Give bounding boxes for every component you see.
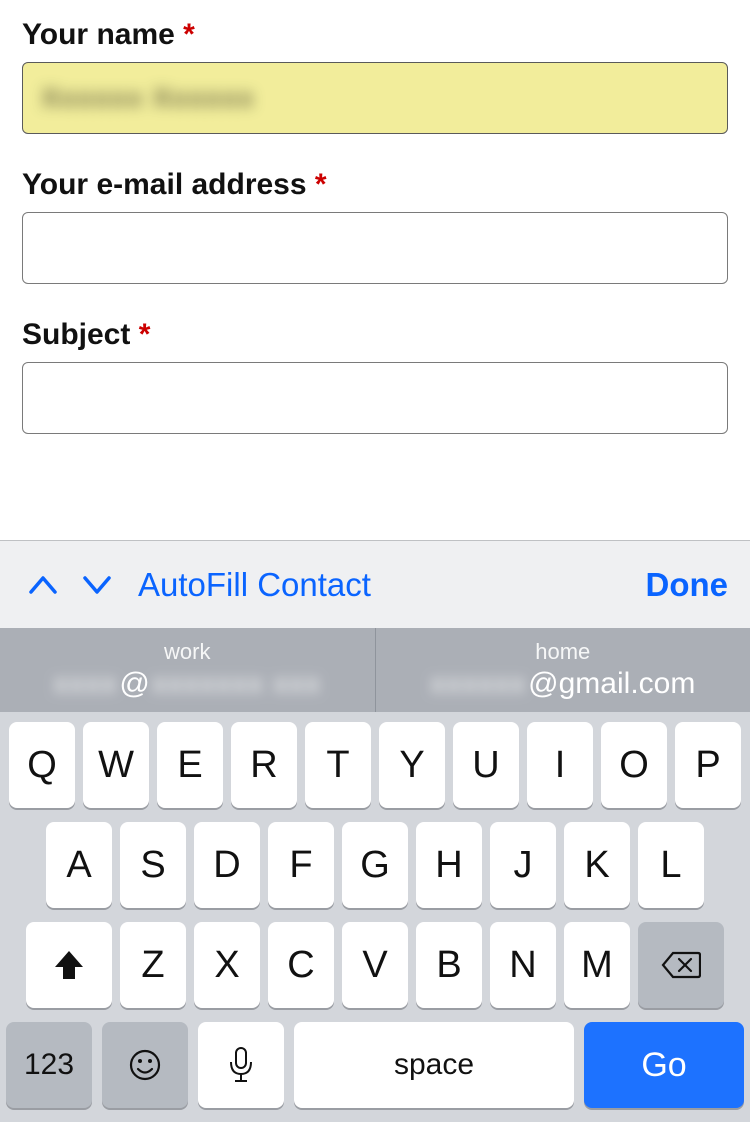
name-input-value-redacted: Xxxxxx Xxxxxx: [41, 82, 255, 114]
subject-label-text: Subject: [22, 318, 130, 351]
key-row-3: Z X C V B N M: [6, 922, 744, 1008]
chevron-up-icon: [28, 574, 58, 596]
subject-label: Subject *: [22, 318, 728, 352]
name-field: Your name * Xxxxxx Xxxxxx: [22, 18, 728, 134]
contact-form: Your name * Xxxxxx Xxxxxx Your e-mail ad…: [0, 0, 750, 434]
prev-field-button[interactable]: [22, 568, 64, 602]
key-row-2: A S D F G H J K L: [6, 822, 744, 908]
suggestion-work-value: xxxx @ xxxxxxx xxx: [53, 667, 321, 701]
key-row-4: 123 space Go: [6, 1022, 744, 1108]
email-field: Your e-mail address *: [22, 168, 728, 284]
key-i[interactable]: I: [527, 722, 593, 808]
soft-keyboard: Q W E R T Y U I O P A S D F G H J K L: [0, 712, 750, 1122]
key-e[interactable]: E: [157, 722, 223, 808]
key-numbers[interactable]: 123: [6, 1022, 92, 1108]
backspace-icon: [661, 950, 701, 980]
key-k[interactable]: K: [564, 822, 630, 908]
key-m[interactable]: M: [564, 922, 630, 1008]
key-z[interactable]: Z: [120, 922, 186, 1008]
suggestion-work-tag: work: [164, 639, 210, 665]
suggestion-work-domain-redacted: xxxxxxx xxx: [152, 667, 321, 701]
key-f[interactable]: F: [268, 822, 334, 908]
keyboard-area: AutoFill Contact Done work xxxx @ xxxxxx…: [0, 540, 750, 1122]
key-r[interactable]: R: [231, 722, 297, 808]
key-l[interactable]: L: [638, 822, 704, 908]
subject-input[interactable]: [22, 362, 728, 434]
key-x[interactable]: X: [194, 922, 260, 1008]
done-button[interactable]: Done: [646, 566, 729, 604]
key-d[interactable]: D: [194, 822, 260, 908]
at-symbol: @: [119, 667, 149, 701]
key-emoji[interactable]: [102, 1022, 188, 1108]
name-label: Your name *: [22, 18, 728, 52]
email-label-text: Your e-mail address: [22, 168, 307, 201]
suggestion-work[interactable]: work xxxx @ xxxxxxx xxx: [0, 628, 375, 712]
key-v[interactable]: V: [342, 922, 408, 1008]
suggestion-work-user-redacted: xxxx: [53, 667, 117, 701]
key-o[interactable]: O: [601, 722, 667, 808]
key-shift[interactable]: [26, 922, 112, 1008]
key-q[interactable]: Q: [9, 722, 75, 808]
key-w[interactable]: W: [83, 722, 149, 808]
required-asterisk: *: [139, 318, 151, 351]
autofill-suggestions: work xxxx @ xxxxxxx xxx home xxxxxx @gma…: [0, 628, 750, 712]
key-c[interactable]: C: [268, 922, 334, 1008]
suggestion-home[interactable]: home xxxxxx @gmail.com: [375, 628, 750, 712]
key-b[interactable]: B: [416, 922, 482, 1008]
key-backspace[interactable]: [638, 922, 724, 1008]
microphone-icon: [228, 1046, 254, 1084]
key-p[interactable]: P: [675, 722, 741, 808]
next-field-button[interactable]: [76, 568, 118, 602]
suggestion-home-tag: home: [535, 639, 590, 665]
key-a[interactable]: A: [46, 822, 112, 908]
key-j[interactable]: J: [490, 822, 556, 908]
key-s[interactable]: S: [120, 822, 186, 908]
key-h[interactable]: H: [416, 822, 482, 908]
key-dictation[interactable]: [198, 1022, 284, 1108]
autofill-contact-button[interactable]: AutoFill Contact: [138, 566, 371, 604]
suggestion-home-value: xxxxxx @gmail.com: [430, 667, 695, 701]
key-n[interactable]: N: [490, 922, 556, 1008]
key-u[interactable]: U: [453, 722, 519, 808]
key-go[interactable]: Go: [584, 1022, 744, 1108]
key-row-1: Q W E R T Y U I O P: [6, 722, 744, 808]
email-label: Your e-mail address *: [22, 168, 728, 202]
name-label-text: Your name: [22, 18, 175, 51]
emoji-icon: [127, 1047, 163, 1083]
suggestion-home-domain: @gmail.com: [528, 667, 695, 701]
key-t[interactable]: T: [305, 722, 371, 808]
shift-icon: [52, 949, 86, 981]
name-input[interactable]: Xxxxxx Xxxxxx: [22, 62, 728, 134]
key-space[interactable]: space: [294, 1022, 574, 1108]
chevron-down-icon: [82, 574, 112, 596]
required-asterisk: *: [183, 18, 195, 51]
subject-field: Subject *: [22, 318, 728, 434]
email-input[interactable]: [22, 212, 728, 284]
suggestion-home-user-redacted: xxxxxx: [430, 667, 526, 701]
key-y[interactable]: Y: [379, 722, 445, 808]
required-asterisk: *: [315, 168, 327, 201]
key-g[interactable]: G: [342, 822, 408, 908]
input-accessory-bar: AutoFill Contact Done: [0, 540, 750, 628]
